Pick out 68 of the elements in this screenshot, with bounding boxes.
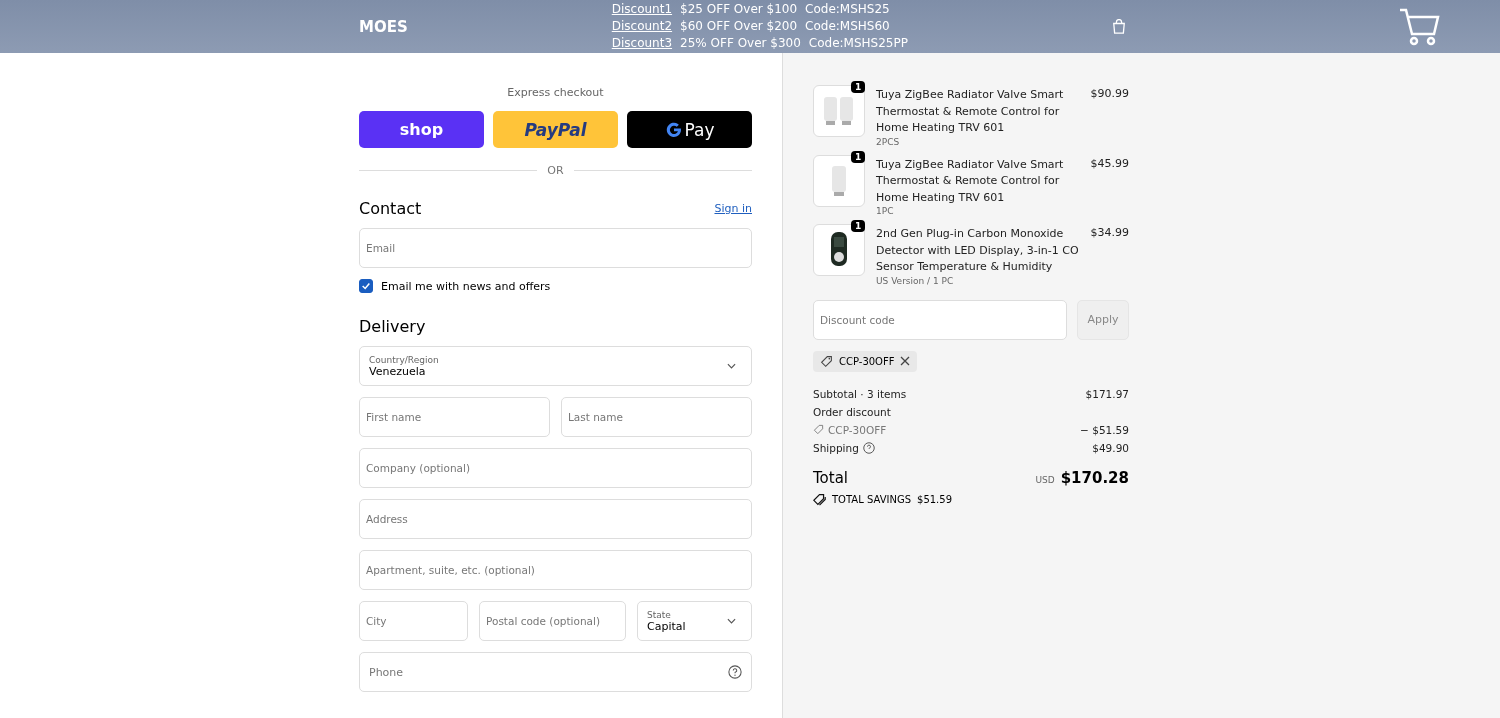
product-thumbnail xyxy=(813,154,865,207)
product-thumbnail xyxy=(813,224,865,276)
paypal-pay-button[interactable]: PayPal xyxy=(493,111,618,148)
product-name: Tuya ZigBee Radiator Valve Smart Thermostat & Remote Control for Home Heating TRV 601 xyxy=(876,156,1065,206)
chevron-down-icon xyxy=(727,363,736,369)
discount-code: CCP-30OFF xyxy=(828,423,887,436)
help-icon[interactable] xyxy=(862,441,875,454)
phone-field[interactable]: Phone xyxy=(359,652,752,692)
cart-icon[interactable] xyxy=(1398,7,1442,47)
discount-code-field[interactable]: Discount code xyxy=(813,299,1067,340)
check-icon xyxy=(361,281,371,291)
input-field[interactable]: Last name xyxy=(561,397,752,437)
promo-code: Code:MSHS60 xyxy=(805,18,890,35)
discount-value: − $51.59 xyxy=(1080,423,1129,436)
input-field[interactable]: Postal code (optional) xyxy=(479,601,626,641)
tag-icon xyxy=(820,354,833,368)
gpay-pay-button[interactable]: Pay xyxy=(627,111,752,148)
promo-code: Code:MSHS25PP xyxy=(808,35,908,52)
or-divider: OR xyxy=(547,164,564,177)
input-field[interactable]: First name xyxy=(359,397,550,437)
g-logo-icon xyxy=(664,120,683,139)
select-field[interactable]: State Capital xyxy=(637,601,752,641)
shipping-label: Shipping xyxy=(813,441,859,454)
bag-icon[interactable] xyxy=(1112,18,1126,35)
promo-offer: $60 OFF Over $200 xyxy=(680,18,798,35)
discount-tag: CCP-30OFF xyxy=(813,350,918,372)
sign-in-link[interactable]: Sign in xyxy=(714,202,752,215)
input-field[interactable]: City xyxy=(359,601,468,641)
promo-offer: $25 OFF Over $100 xyxy=(680,1,798,18)
product-price: $90.99 xyxy=(1090,87,1129,102)
shipping-value: $49.90 xyxy=(1092,441,1129,454)
product-price: $34.99 xyxy=(1090,226,1129,241)
subtotal-value: $171.97 xyxy=(1085,387,1129,400)
product-thumbnail xyxy=(813,85,865,137)
select-field[interactable]: Country/Region Venezuela xyxy=(359,346,752,386)
promo-offer: 25% OFF Over $300 xyxy=(680,35,801,52)
product-name: 2nd Gen Plug-in Carbon Monoxide Detector with LED Display, 3-in-1 CO Sensor Temperature & Humidity xyxy=(876,226,1080,275)
savings-label: TOTAL SAVINGS xyxy=(832,493,911,505)
chevron-down-icon xyxy=(727,618,736,624)
product-price: $45.99 xyxy=(1090,156,1129,172)
help-icon[interactable] xyxy=(728,665,742,679)
product-variant: US Version / 1 PC xyxy=(876,275,955,286)
section-title: Contact xyxy=(359,199,422,218)
savings-value: $51.59 xyxy=(917,493,952,505)
tag-icon xyxy=(813,424,824,435)
product-name: Tuya ZigBee Radiator Valve Smart Thermostat & Remote Control for Home Heating TRV 601 xyxy=(876,87,1065,136)
newsletter-checkbox[interactable] xyxy=(359,279,373,293)
shop-pay-button[interactable]: shop xyxy=(359,111,484,148)
tags-icon xyxy=(813,492,826,506)
subtotal-label: Subtotal · 3 items xyxy=(813,387,907,400)
email-field[interactable]: Email xyxy=(359,228,752,268)
total-value: $170.28 xyxy=(1060,468,1129,487)
order-discount-label: Order discount xyxy=(813,405,891,418)
currency-code: USD xyxy=(1035,474,1055,485)
input-field[interactable]: Company (optional) xyxy=(359,448,752,488)
product-variant: 1PC xyxy=(876,206,895,216)
total-label: Total xyxy=(813,468,849,487)
express-title: Express checkout xyxy=(506,86,605,99)
newsletter-label: Email me with news and offers xyxy=(381,279,551,293)
promo-code: Code:MSHS25 xyxy=(805,1,890,18)
section-title: Delivery xyxy=(359,317,427,336)
product-variant: 2PCS xyxy=(876,136,901,147)
input-field[interactable]: Apartment, suite, etc. (optional) xyxy=(359,550,752,590)
quantity-badge: 1 xyxy=(851,150,866,163)
remove-icon[interactable] xyxy=(900,356,911,366)
input-field[interactable]: Address xyxy=(359,499,752,539)
quantity-badge: 1 xyxy=(851,220,866,232)
quantity-badge: 1 xyxy=(851,81,866,93)
